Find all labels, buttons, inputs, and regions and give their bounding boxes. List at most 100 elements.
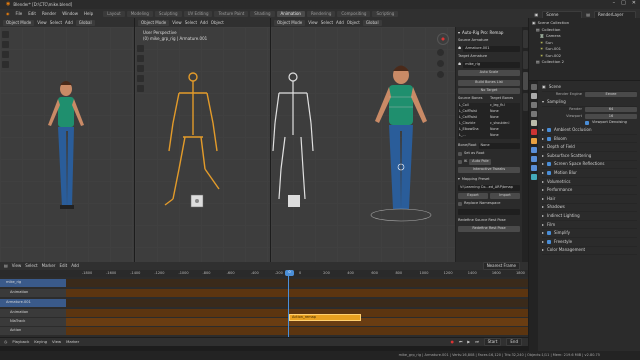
tab-uv-editing[interactable]: UV Editing xyxy=(183,10,213,17)
properties-section[interactable]: ▸ Volumetrics xyxy=(542,178,637,187)
nla-menu-edit[interactable]: Edit xyxy=(59,264,67,268)
left-orientation-selector[interactable]: Global xyxy=(75,19,95,26)
source-armature-field[interactable]: Armature.001 xyxy=(463,45,520,52)
track-label[interactable]: Animation xyxy=(0,289,66,297)
modifier-tab-icon[interactable] xyxy=(530,147,537,153)
target-skeleton-and-model[interactable] xyxy=(271,27,455,262)
properties-section[interactable]: ▸ Color Management xyxy=(542,247,637,256)
redefine-rest-pose-button[interactable]: Redefine Rest Pose xyxy=(458,225,520,232)
editor-type-icon[interactable]: ◷ xyxy=(4,340,7,344)
track-label[interactable]: mike_rig xyxy=(0,279,66,287)
zoom-icon[interactable] xyxy=(437,49,444,56)
menu-edit[interactable]: Edit xyxy=(25,11,39,16)
snap-mode-select[interactable]: Nearest Frame xyxy=(482,262,520,270)
properties-section[interactable]: ▸ Shadows xyxy=(542,204,637,213)
set-as-root-checkbox[interactable] xyxy=(458,151,462,156)
track-label[interactable]: NlaTrack xyxy=(0,318,66,326)
view-layer-tab-icon[interactable] xyxy=(530,111,537,117)
left-menu-add[interactable]: Add xyxy=(65,20,73,25)
mid-mode-selector[interactable]: Object Mode xyxy=(138,19,170,26)
tab-texture-paint[interactable]: Texture Paint xyxy=(214,10,249,17)
menu-window[interactable]: Window xyxy=(59,11,81,16)
build-bones-list-button[interactable]: Build Bones List xyxy=(458,79,520,86)
physics-tab-icon[interactable] xyxy=(530,156,537,162)
left-character-model[interactable] xyxy=(0,27,134,262)
tab-layout[interactable]: Layout xyxy=(103,10,125,17)
track-lane[interactable] xyxy=(66,279,528,287)
object-tab-icon[interactable] xyxy=(530,138,537,144)
constraint-tab-icon[interactable] xyxy=(530,165,537,171)
properties-section[interactable]: ▸ Depth of Field xyxy=(542,143,637,152)
track-lane[interactable] xyxy=(66,327,528,335)
section-enable-checkbox[interactable] xyxy=(547,162,552,167)
view-menu[interactable]: View xyxy=(52,340,61,344)
playback-menu[interactable]: Playback xyxy=(12,340,29,344)
output-tab-icon[interactable] xyxy=(530,102,537,108)
auto-pole-button[interactable]: Auto Pole xyxy=(469,158,492,165)
tab-modeling[interactable]: Modeling xyxy=(126,10,153,17)
section-enable-checkbox[interactable] xyxy=(547,239,552,244)
section-sampling[interactable]: ▾ Sampling xyxy=(542,98,637,107)
maximize-button[interactable]: □ xyxy=(621,1,626,6)
sidebar-tab-arp[interactable] xyxy=(522,93,528,111)
tab-animation[interactable]: Animation xyxy=(276,10,305,17)
left-menu-select[interactable]: Select xyxy=(50,20,62,25)
properties-section[interactable]: ▸ Performance xyxy=(542,186,637,195)
right-menu-add[interactable]: Add xyxy=(336,20,344,25)
track-label[interactable]: Armature.001 xyxy=(0,299,66,307)
left-mode-selector[interactable]: Object Mode xyxy=(3,19,35,26)
nla-menu-add[interactable]: Add xyxy=(71,264,79,268)
playhead[interactable] xyxy=(288,270,289,337)
viewport-denoising-checkbox[interactable] xyxy=(585,120,589,125)
scene-tab-icon[interactable] xyxy=(530,120,537,126)
sidebar-tab-view[interactable] xyxy=(522,72,528,90)
properties-section[interactable]: ▸ Hair xyxy=(542,195,637,204)
section-enable-checkbox[interactable] xyxy=(547,127,552,132)
menu-help[interactable]: Help xyxy=(81,11,96,16)
properties-section[interactable]: ▸ Screen Space Reflections xyxy=(542,161,637,170)
properties-section[interactable]: ▸ Subsurface Scattering xyxy=(542,152,637,161)
start-frame-field[interactable]: Start xyxy=(483,338,502,346)
right-menu-view[interactable]: View xyxy=(308,20,318,25)
right-mode-selector[interactable]: Object Mode xyxy=(274,19,306,26)
action-strip[interactable]: Action_remap xyxy=(289,314,361,321)
properties-section[interactable]: ▸ Motion Blur xyxy=(542,169,637,178)
section-enable-checkbox[interactable] xyxy=(547,231,552,236)
render-engine-select[interactable]: Eevee xyxy=(585,92,637,98)
properties-section[interactable]: ▸ Freestyle xyxy=(542,238,637,247)
bone-target-field[interactable]: None xyxy=(478,142,520,149)
track-label[interactable]: Animation xyxy=(0,309,66,317)
mid-menu-view[interactable]: View xyxy=(172,20,182,25)
render-tab-icon[interactable] xyxy=(530,93,537,99)
menu-file[interactable]: File xyxy=(13,11,26,16)
properties-section[interactable]: ▸ Simplify xyxy=(542,229,637,238)
mid-menu-add[interactable]: Add xyxy=(200,20,208,25)
properties-section[interactable]: ▸ Bloom xyxy=(542,135,637,144)
data-tab-icon[interactable] xyxy=(530,174,537,180)
close-button[interactable]: ✕ xyxy=(632,1,636,6)
menu-render[interactable]: Render xyxy=(39,11,59,16)
editor-type-icon[interactable]: ▤ xyxy=(4,264,8,268)
current-frame-indicator[interactable]: 0 xyxy=(285,270,294,276)
import-button[interactable]: Import xyxy=(490,192,520,199)
keying-menu[interactable]: Keying xyxy=(34,340,47,344)
replace-namespace-checkbox[interactable] xyxy=(458,201,462,206)
track-lane[interactable] xyxy=(66,299,528,307)
source-armature-skeleton[interactable] xyxy=(135,27,270,262)
pan-hand-icon[interactable] xyxy=(437,60,444,67)
frame-ruler[interactable]: -1800 -1600 -1400 -1200 -1000 -800 -600 -400 -20… xyxy=(0,270,528,277)
right-orientation-selector[interactable]: Global xyxy=(362,19,382,26)
track-lane[interactable] xyxy=(66,289,528,297)
mid-menu-select[interactable]: Select xyxy=(185,20,197,25)
panel-collapse-icon[interactable]: ▾ xyxy=(458,30,460,35)
auto-scale-button[interactable]: Auto Scale xyxy=(458,69,520,76)
target-armature-field[interactable]: mike_rig xyxy=(463,61,520,68)
axis-gizmo-icon[interactable] xyxy=(437,33,449,45)
nla-menu-marker[interactable]: Marker xyxy=(42,264,56,268)
bone-row[interactable]: L_... None xyxy=(458,133,520,139)
preset-path-field[interactable]: V:\Learning Co...ed_ARP\bmap xyxy=(458,184,520,191)
mid-viewport[interactable]: User Perspective (0) mike_grp_rig | Arma… xyxy=(135,27,270,262)
no-target-button[interactable]: No Target xyxy=(458,87,520,94)
record-button[interactable]: ● xyxy=(451,340,454,344)
tool-tab-icon[interactable] xyxy=(530,84,537,90)
